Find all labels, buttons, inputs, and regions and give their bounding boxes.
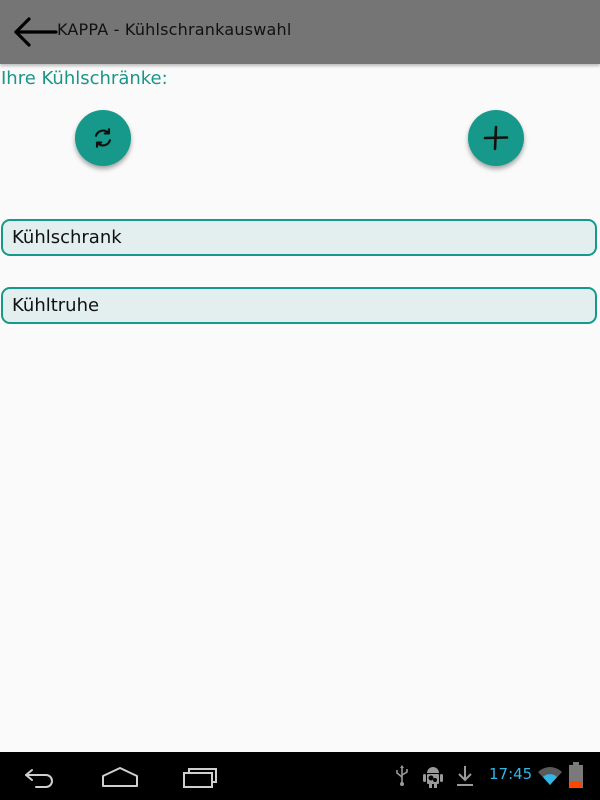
plus-icon — [483, 125, 509, 151]
fridge-item-kuehltruhe[interactable]: Kühltruhe — [1, 287, 597, 324]
refresh-icon — [94, 128, 112, 148]
back-icon — [25, 769, 53, 788]
recents-icon — [183, 768, 217, 788]
fridge-item-kuehlschrank[interactable]: Kühlschrank — [1, 219, 597, 256]
system-nav-bar: 17:45 — [0, 752, 600, 800]
page-title: KAPPA - Kühlschrankauswahl — [57, 20, 292, 39]
app-root: KAPPA - Kühlschrankauswahl Ihre Kühlschr… — [0, 0, 600, 800]
wifi-icon — [538, 767, 562, 785]
fridge-item-label: Kühlschrank — [12, 227, 122, 248]
status-clock: 17:45 — [489, 765, 533, 783]
fridges-heading: Ihre Kühlschränke: — [1, 68, 168, 89]
home-icon — [102, 767, 138, 787]
arrow-left-icon — [14, 17, 58, 47]
fridge-item-label: Kühltruhe — [12, 295, 100, 316]
usb-icon — [396, 765, 408, 786]
nav-back-button[interactable] — [22, 762, 58, 790]
download-icon — [457, 766, 473, 786]
add-fridge-button[interactable] — [468, 110, 524, 166]
battery-icon — [569, 762, 583, 788]
android-debug-icon — [423, 767, 443, 788]
refresh-button[interactable] — [75, 110, 131, 166]
nav-recents-button[interactable] — [182, 762, 220, 790]
app-bar: KAPPA - Kühlschrankauswahl — [0, 0, 600, 64]
nav-home-button[interactable] — [100, 762, 140, 790]
back-button[interactable] — [12, 14, 58, 50]
